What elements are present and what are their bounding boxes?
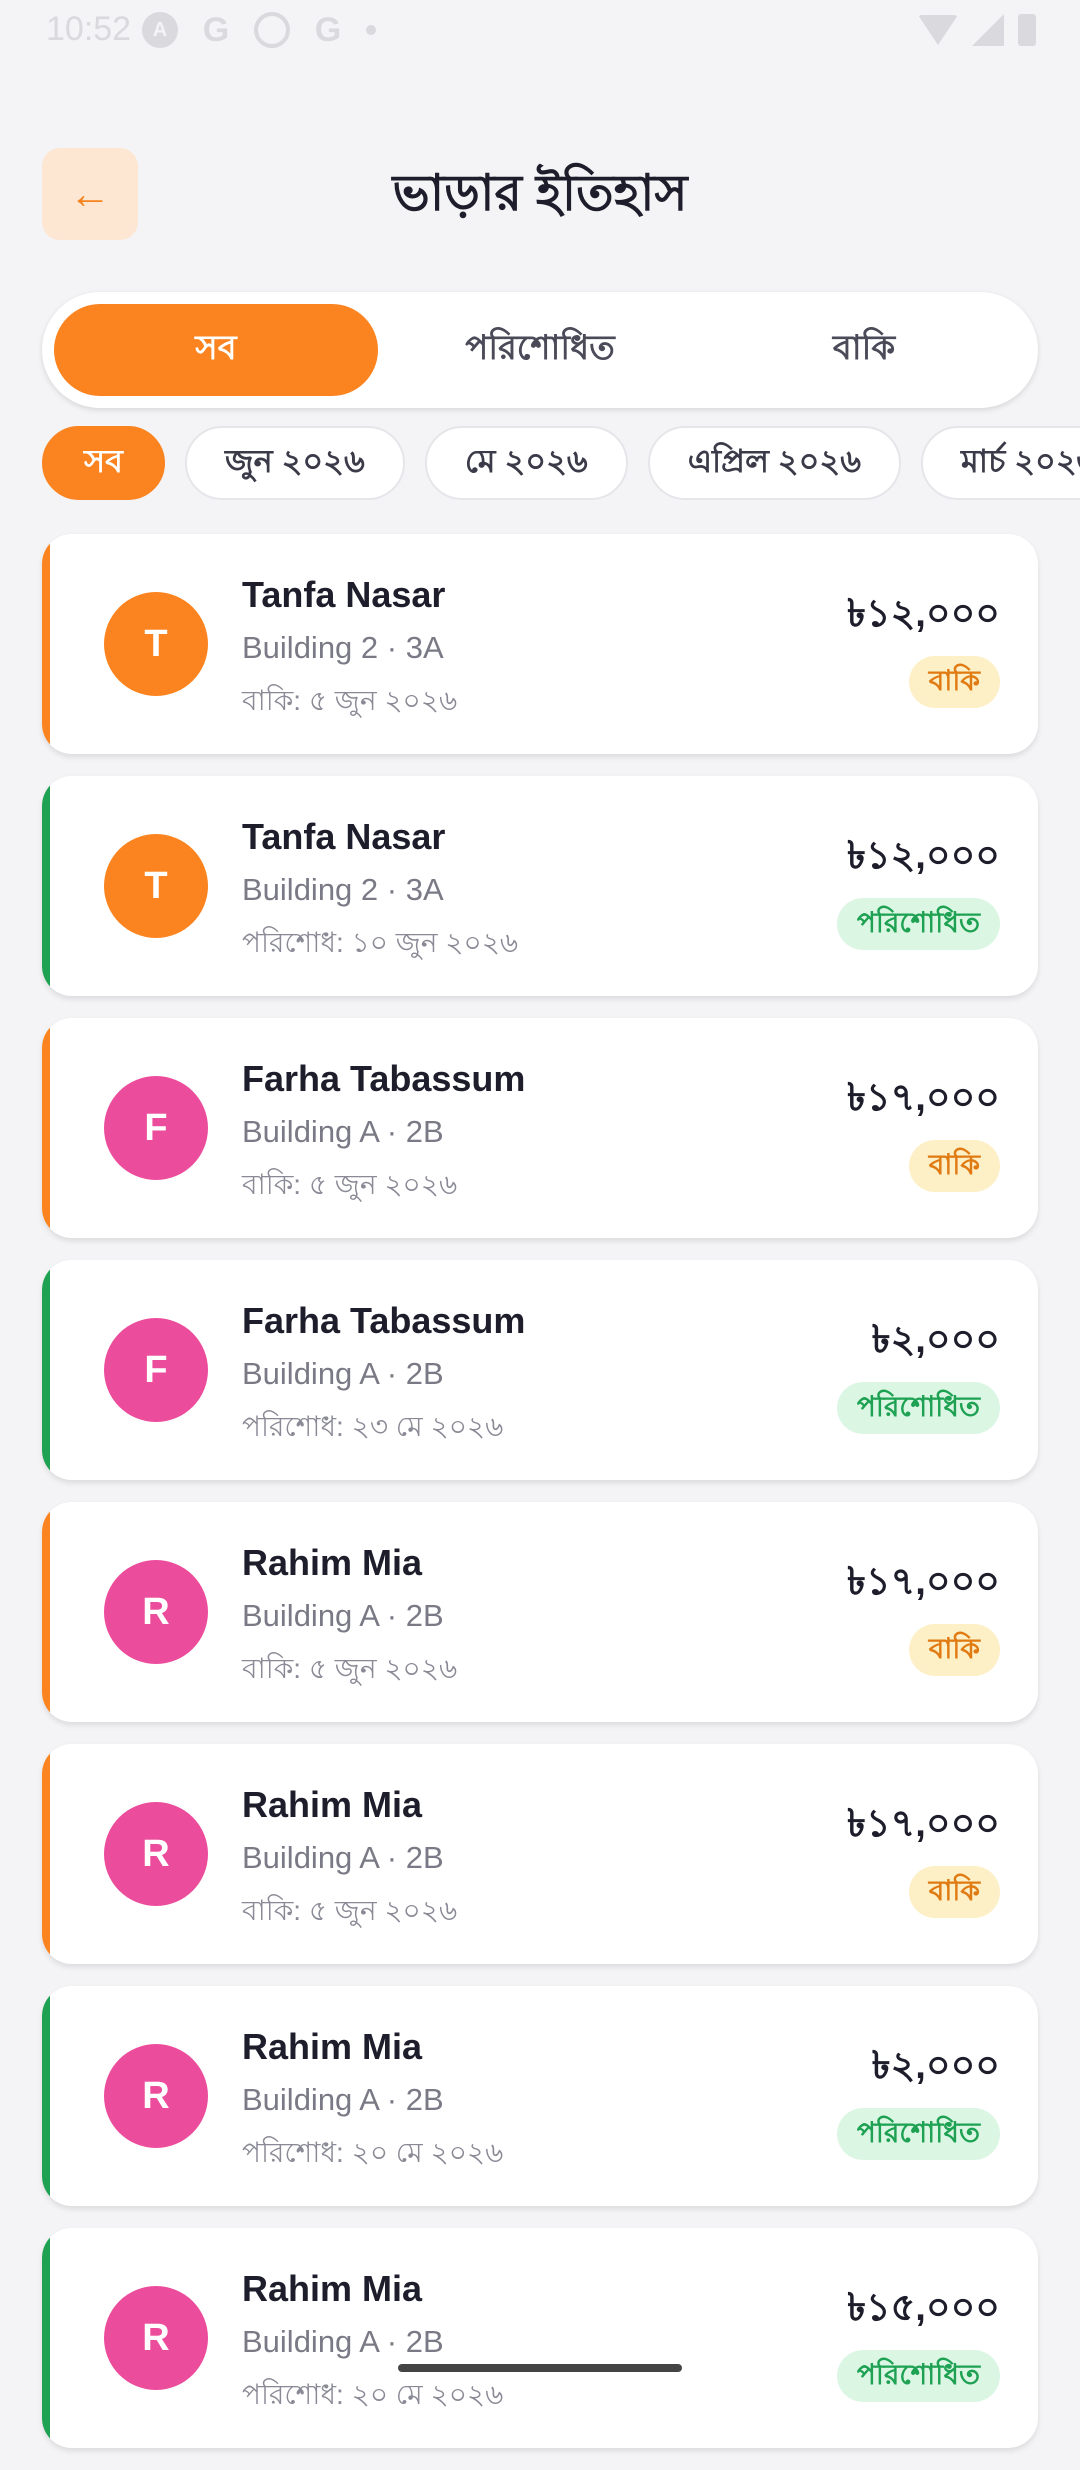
status-stripe bbox=[42, 1260, 50, 1480]
wifi-icon bbox=[918, 15, 958, 45]
avatar: R bbox=[104, 1802, 208, 1906]
status-stripe bbox=[42, 2228, 50, 2448]
tenant-name: Rahim Mia bbox=[242, 1784, 423, 1825]
amount: ৳১৭,০০০ bbox=[847, 1561, 1000, 1603]
chip-may-2026[interactable]: মে ২০২৬ bbox=[424, 426, 628, 500]
page-title: ভাড়ার ইতিহাস bbox=[392, 165, 688, 221]
avatar: R bbox=[104, 1560, 208, 1664]
avatar: T bbox=[104, 592, 208, 696]
avatar: T bbox=[104, 834, 208, 938]
status-bar: 10:52 A G G bbox=[0, 0, 1080, 64]
rent-card[interactable]: R Rahim Mia Building A · 2B বাকি: ৫ জুন … bbox=[42, 1502, 1038, 1722]
unit-info: Building A · 2B bbox=[242, 1356, 444, 1391]
notification-icons: A G G bbox=[142, 10, 376, 49]
status-badge: বাকি bbox=[908, 1140, 1000, 1192]
avatar: F bbox=[104, 1076, 208, 1180]
rent-card[interactable]: T Tanfa Nasar Building 2 · 3A বাকি: ৫ জু… bbox=[42, 534, 1038, 754]
tenant-name: Farha Tabassum bbox=[242, 1058, 526, 1099]
system-icons bbox=[918, 14, 1036, 46]
rent-history-list: T Tanfa Nasar Building 2 · 3A বাকি: ৫ জু… bbox=[42, 534, 1038, 2470]
home-indicator[interactable] bbox=[398, 2364, 682, 2372]
g-icon: G bbox=[202, 10, 230, 49]
chip-march-2026[interactable]: মার্চ ২০২৬ bbox=[921, 426, 1080, 500]
chip-april-2026[interactable]: এপ্রিল ২০২৬ bbox=[647, 426, 902, 500]
status-stripe bbox=[42, 1502, 50, 1722]
status-time: 10:52 bbox=[46, 10, 132, 48]
status-badge: পরিশোধিত bbox=[836, 2108, 1000, 2160]
rent-card[interactable]: T Tanfa Nasar Building 2 · 3A পরিশোধ: ১০… bbox=[42, 776, 1038, 996]
date-line: বাকি: ৫ জুন ২০২৬ bbox=[242, 1653, 458, 1684]
tenant-name: Rahim Mia bbox=[242, 2268, 423, 2309]
status-stripe bbox=[42, 1744, 50, 1964]
rent-card[interactable]: R Rahim Mia Building A · 2B পরিশোধ: ২০ ম… bbox=[42, 1986, 1038, 2206]
status-badge: পরিশোধিত bbox=[836, 1382, 1000, 1434]
date-line: পরিশোধ: ২০ মে ২০২৬ bbox=[242, 2137, 504, 2168]
status-tabs: সব পরিশোধিত বাকি bbox=[42, 292, 1038, 408]
avatar: F bbox=[104, 1318, 208, 1422]
rent-card[interactable]: R Rahim Mia Building A · 2B পরিশোধ: ২০ ম… bbox=[42, 2228, 1038, 2448]
status-stripe bbox=[42, 534, 50, 754]
unit-info: Building A · 2B bbox=[242, 2082, 444, 2117]
battery-icon bbox=[1018, 14, 1036, 46]
tenant-name: Rahim Mia bbox=[242, 2026, 423, 2067]
shield-icon bbox=[254, 12, 290, 48]
status-stripe bbox=[42, 1986, 50, 2206]
tenant-name: Tanfa Nasar bbox=[242, 574, 446, 615]
unit-info: Building A · 2B bbox=[242, 1840, 444, 1875]
status-badge: বাকি bbox=[908, 1866, 1000, 1918]
dot-icon bbox=[366, 25, 376, 35]
status-badge: পরিশোধিত bbox=[836, 2350, 1000, 2402]
date-line: বাকি: ৫ জুন ২০২৬ bbox=[242, 1169, 458, 1200]
status-badge: পরিশোধিত bbox=[836, 898, 1000, 950]
date-line: পরিশোধ: ১০ জুন ২০২৬ bbox=[242, 927, 519, 958]
status-badge: বাকি bbox=[908, 1624, 1000, 1676]
chip-june-2026[interactable]: জুন ২০২৬ bbox=[184, 426, 405, 500]
amount: ৳১৭,০০০ bbox=[847, 1077, 1000, 1119]
unit-info: Building A · 2B bbox=[242, 1598, 444, 1633]
avatar: R bbox=[104, 2286, 208, 2390]
signal-icon bbox=[972, 14, 1004, 46]
date-line: বাকি: ৫ জুন ২০২৬ bbox=[242, 1895, 458, 1926]
unit-info: Building 2 · 3A bbox=[242, 872, 444, 907]
tenant-name: Rahim Mia bbox=[242, 1542, 423, 1583]
g-icon: G bbox=[314, 10, 342, 49]
tab-paid[interactable]: পরিশোধিত bbox=[378, 304, 702, 396]
amount: ৳১৫,০০০ bbox=[847, 2287, 1000, 2329]
unit-info: Building 2 · 3A bbox=[242, 630, 444, 665]
amount: ৳২,০০০ bbox=[871, 2045, 1000, 2087]
tab-all[interactable]: সব bbox=[54, 304, 378, 396]
rent-card[interactable]: R Rahim Mia Building A · 2B বাকি: ৫ জুন … bbox=[42, 1744, 1038, 1964]
unit-info: Building A · 2B bbox=[242, 2324, 444, 2359]
tenant-name: Tanfa Nasar bbox=[242, 816, 446, 857]
rent-card[interactable]: F Farha Tabassum Building A · 2B পরিশোধ:… bbox=[42, 1260, 1038, 1480]
rent-card[interactable]: F Farha Tabassum Building A · 2B বাকি: ৫… bbox=[42, 1018, 1038, 1238]
tab-due[interactable]: বাকি bbox=[702, 304, 1026, 396]
status-badge: বাকি bbox=[908, 656, 1000, 708]
amount: ৳১২,০০০ bbox=[847, 593, 1000, 635]
date-line: পরিশোধ: ২০ মে ২০২৬ bbox=[242, 2379, 504, 2410]
month-filter-chips: সব জুন ২০২৬ মে ২০২৬ এপ্রিল ২০২৬ মার্চ ২০২৬ bbox=[42, 426, 1080, 504]
amount: ৳২,০০০ bbox=[871, 1319, 1000, 1361]
tenant-name: Farha Tabassum bbox=[242, 1300, 526, 1341]
status-stripe bbox=[42, 776, 50, 996]
chip-all[interactable]: সব bbox=[42, 426, 165, 500]
date-line: পরিশোধ: ২৩ মে ২০২৬ bbox=[242, 1411, 504, 1442]
status-stripe bbox=[42, 1018, 50, 1238]
date-line: বাকি: ৫ জুন ২০২৬ bbox=[242, 685, 458, 716]
amount: ৳১৭,০০০ bbox=[847, 1803, 1000, 1845]
avatar: R bbox=[104, 2044, 208, 2148]
unit-info: Building A · 2B bbox=[242, 1114, 444, 1149]
amount: ৳১২,০০০ bbox=[847, 835, 1000, 877]
a-icon: A bbox=[142, 12, 178, 48]
